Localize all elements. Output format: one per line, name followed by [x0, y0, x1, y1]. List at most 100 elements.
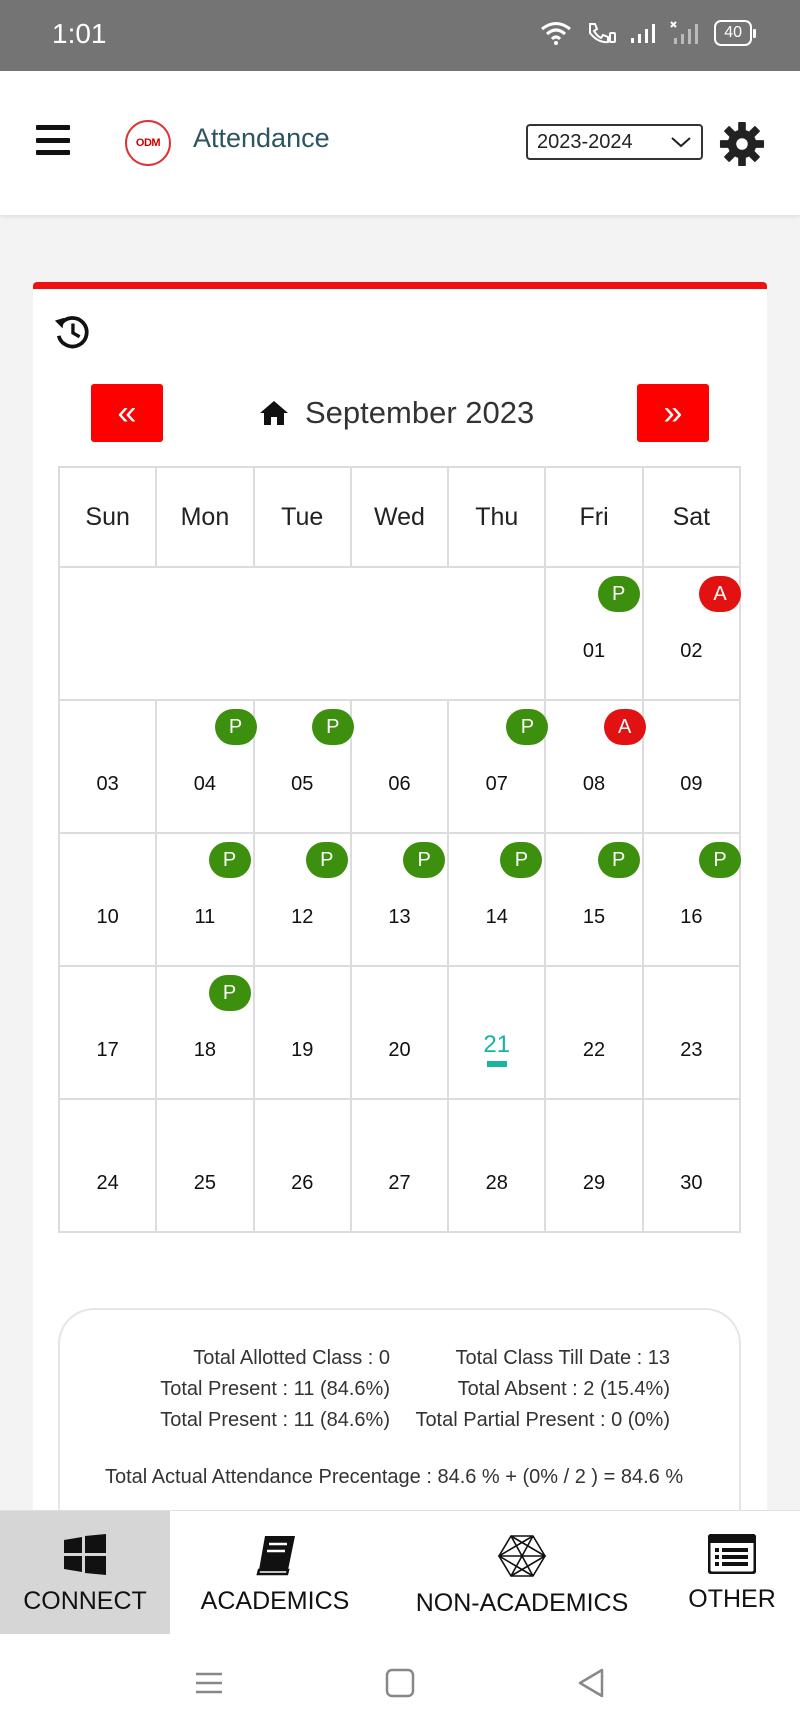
calendar-day-number: 25	[193, 1172, 217, 1194]
calendar-day-number: 04	[193, 773, 217, 795]
calendar-day-number: 23	[680, 1039, 703, 1061]
calendar-day-number: 24	[96, 1172, 119, 1194]
calendar-grid: Sun Mon Tue Wed Thu Fri Sat P 01 A 02 03 P 04 P 05 06 P 0…	[57, 466, 742, 1233]
previous-month-button[interactable]: «	[91, 384, 163, 442]
calendar-day-number: 18	[193, 1039, 217, 1061]
tab-other[interactable]: OTHER	[680, 1511, 784, 1635]
calendar-day-number: 26	[291, 1172, 314, 1194]
calendar-day-cell[interactable]: P 04	[155, 699, 257, 834]
calendar-day-cell[interactable]: P 01	[544, 566, 644, 701]
calendar-day-cell[interactable]: 21	[447, 965, 547, 1100]
calendar-day-number: 17	[96, 1039, 119, 1061]
status-time: 1:01	[52, 18, 107, 49]
calendar-day-number: 16	[680, 906, 703, 928]
calendar-day-cell[interactable]: 24	[57, 1098, 158, 1233]
calendar-day-number: 20	[388, 1039, 411, 1061]
signal-strength-icon	[630, 22, 656, 44]
page-title: Attendance	[193, 123, 330, 153]
calendar-day-number: 01	[582, 640, 606, 662]
calendar-day-number: 27	[388, 1172, 411, 1194]
calendar-day-cell[interactable]: P 15	[544, 832, 644, 967]
home-button-icon[interactable]	[385, 1668, 415, 1698]
calendar-day-cell[interactable]: 29	[544, 1098, 644, 1233]
calendar-day-cell[interactable]: P 13	[349, 832, 450, 967]
total-present: Total Present : 11 (84.6%)	[160, 1378, 390, 1400]
calendar-day-cell[interactable]: 26	[252, 1098, 352, 1233]
app-header: ODM Attendance 2023-2024	[0, 71, 800, 215]
calendar-day-cell[interactable]: A 02	[641, 566, 742, 701]
calendar-day-cell[interactable]: 09	[641, 699, 742, 834]
total-allotted-class: Total Allotted Class : 0	[193, 1347, 390, 1369]
calendar-day-cell[interactable]: 06	[349, 699, 450, 834]
calendar-empty-cell	[57, 566, 547, 701]
month-header: September 2023	[259, 395, 534, 431]
calendar-day-cell[interactable]: P 16	[641, 832, 742, 967]
hamburger-menu-icon[interactable]	[36, 125, 70, 155]
present-badge: P	[597, 576, 640, 612]
calendar-day-cell[interactable]: P 12	[252, 832, 352, 967]
calendar-day-cell[interactable]: 30	[641, 1098, 742, 1233]
globe-mesh-icon	[497, 1535, 547, 1577]
weekday-thu: Thu	[447, 466, 547, 568]
calendar-week-row: 24 25 26 27 28 29 30	[57, 1098, 742, 1233]
calendar-day-cell[interactable]: P 18	[155, 965, 255, 1100]
total-present-repeat: Total Present : 11 (84.6%)	[160, 1409, 390, 1431]
calendar-day-cell[interactable]: A 08	[544, 699, 646, 834]
calendar-day-cell[interactable]: 20	[349, 965, 450, 1100]
weekday-header-row: Sun Mon Tue Wed Thu Fri Sat	[57, 466, 742, 568]
calendar-day-number: 08	[582, 773, 606, 795]
calendar-day-cell[interactable]: P 11	[155, 832, 255, 967]
system-nav-bar	[0, 1634, 800, 1734]
calendar-day-cell[interactable]: 25	[155, 1098, 255, 1233]
calendar-day-number: 29	[582, 1172, 606, 1194]
home-icon[interactable]	[259, 399, 289, 427]
calendar-day-number: 05	[291, 773, 314, 795]
calendar-week-row: 10 P 11 P 12 P 13 P 14 P 15 P 16	[57, 832, 742, 967]
wifi-calling-icon	[586, 21, 617, 45]
calendar-day-number: 22	[582, 1039, 606, 1061]
calendar-day-cell[interactable]: 17	[57, 965, 158, 1100]
school-logo: ODM	[125, 120, 171, 166]
tab-non-academics[interactable]: NON-ACADEMICS	[412, 1511, 632, 1635]
calendar-day-number: 14	[485, 906, 508, 928]
signal-no-service-icon	[670, 21, 700, 45]
weekday-wed: Wed	[349, 466, 450, 568]
calendar-week-row: 03 P 04 P 05 06 P 07 A 08 09	[57, 699, 742, 834]
recent-apps-icon[interactable]	[194, 1668, 224, 1698]
calendar-day-number: 02	[680, 640, 703, 662]
calendar-day-number: 07	[485, 773, 508, 795]
history-icon[interactable]	[53, 313, 91, 351]
back-icon[interactable]	[576, 1668, 606, 1698]
calendar-day-cell[interactable]: P 07	[447, 699, 549, 834]
gear-icon[interactable]	[719, 121, 765, 167]
calendar-day-number: 10	[96, 906, 119, 928]
calendar-day-cell[interactable]: 03	[57, 699, 158, 834]
next-month-button[interactable]: »	[637, 384, 709, 442]
list-icon	[708, 1534, 756, 1574]
windows-icon	[64, 1534, 106, 1575]
present-badge: P	[500, 842, 543, 878]
calendar-day-number: 12	[291, 906, 314, 928]
present-badge: P	[311, 709, 354, 745]
present-badge: P	[597, 842, 640, 878]
session-select[interactable]: 2023-2024	[526, 124, 703, 160]
calendar-day-cell[interactable]: 22	[544, 965, 644, 1100]
calendar-day-cell[interactable]: 28	[447, 1098, 547, 1233]
total-class-till-date: Total Class Till Date : 13	[455, 1347, 670, 1369]
weekday-sat: Sat	[641, 466, 742, 568]
tab-academics[interactable]: ACADEMICS	[188, 1511, 362, 1635]
calendar-day-cell[interactable]: 23	[641, 965, 742, 1100]
present-badge: P	[305, 842, 348, 878]
calendar-day-number: 09	[680, 773, 703, 795]
calendar-day-cell[interactable]: 19	[252, 965, 352, 1100]
status-bar: 1:01 40	[0, 0, 800, 71]
bottom-tab-bar: CONNECT ACADEMICS NON-ACADEMICS OTHER	[0, 1510, 800, 1635]
calendar-day-number: 15	[582, 906, 606, 928]
calendar-day-cell[interactable]: 10	[57, 832, 158, 967]
calendar-day-cell[interactable]: 27	[349, 1098, 450, 1233]
calendar-day-cell[interactable]: P 14	[447, 832, 547, 967]
calendar-day-number: 06	[388, 773, 411, 795]
tab-connect[interactable]: CONNECT	[0, 1511, 170, 1635]
calendar-day-cell[interactable]: P 05	[252, 699, 354, 834]
weekday-mon: Mon	[155, 466, 255, 568]
